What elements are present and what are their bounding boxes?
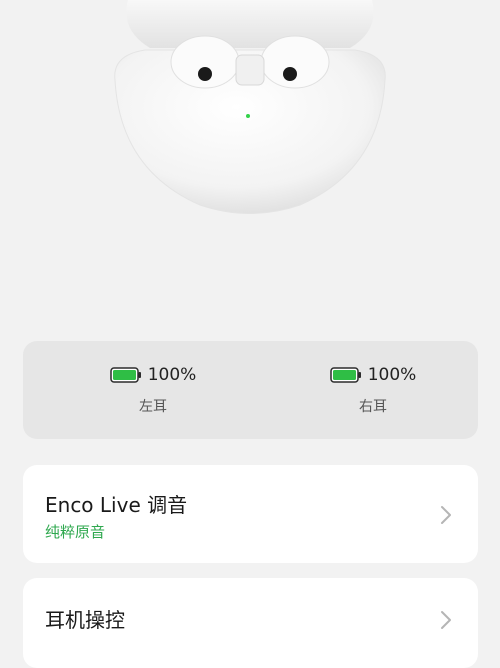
right-earbud-label: 右耳 [359,399,387,415]
earbud-controls-menu-item[interactable]: 耳机操控 [23,578,478,668]
enco-live-subtitle: 纯粹原音 [45,523,106,541]
right-battery-percent: 100% [367,365,417,385]
left-battery-percent: 100% [147,365,197,385]
left-earbud-battery: 100% 左耳 [53,365,253,416]
chevron-right-icon [440,505,452,525]
battery-status-card: 100% 左耳 100% 右耳 [23,341,478,439]
enco-live-menu-item[interactable]: Enco Live 调音 纯粹原音 [23,465,478,563]
enco-live-title: Enco Live 调音 [45,493,188,517]
right-earbud-battery: 100% 右耳 [273,365,473,416]
chevron-right-icon [440,610,452,630]
earbuds-product-image [0,0,500,330]
battery-icon [329,367,362,383]
left-earbud-label: 左耳 [139,399,167,415]
battery-icon [109,367,142,383]
earbud-controls-title: 耳机操控 [45,608,125,632]
